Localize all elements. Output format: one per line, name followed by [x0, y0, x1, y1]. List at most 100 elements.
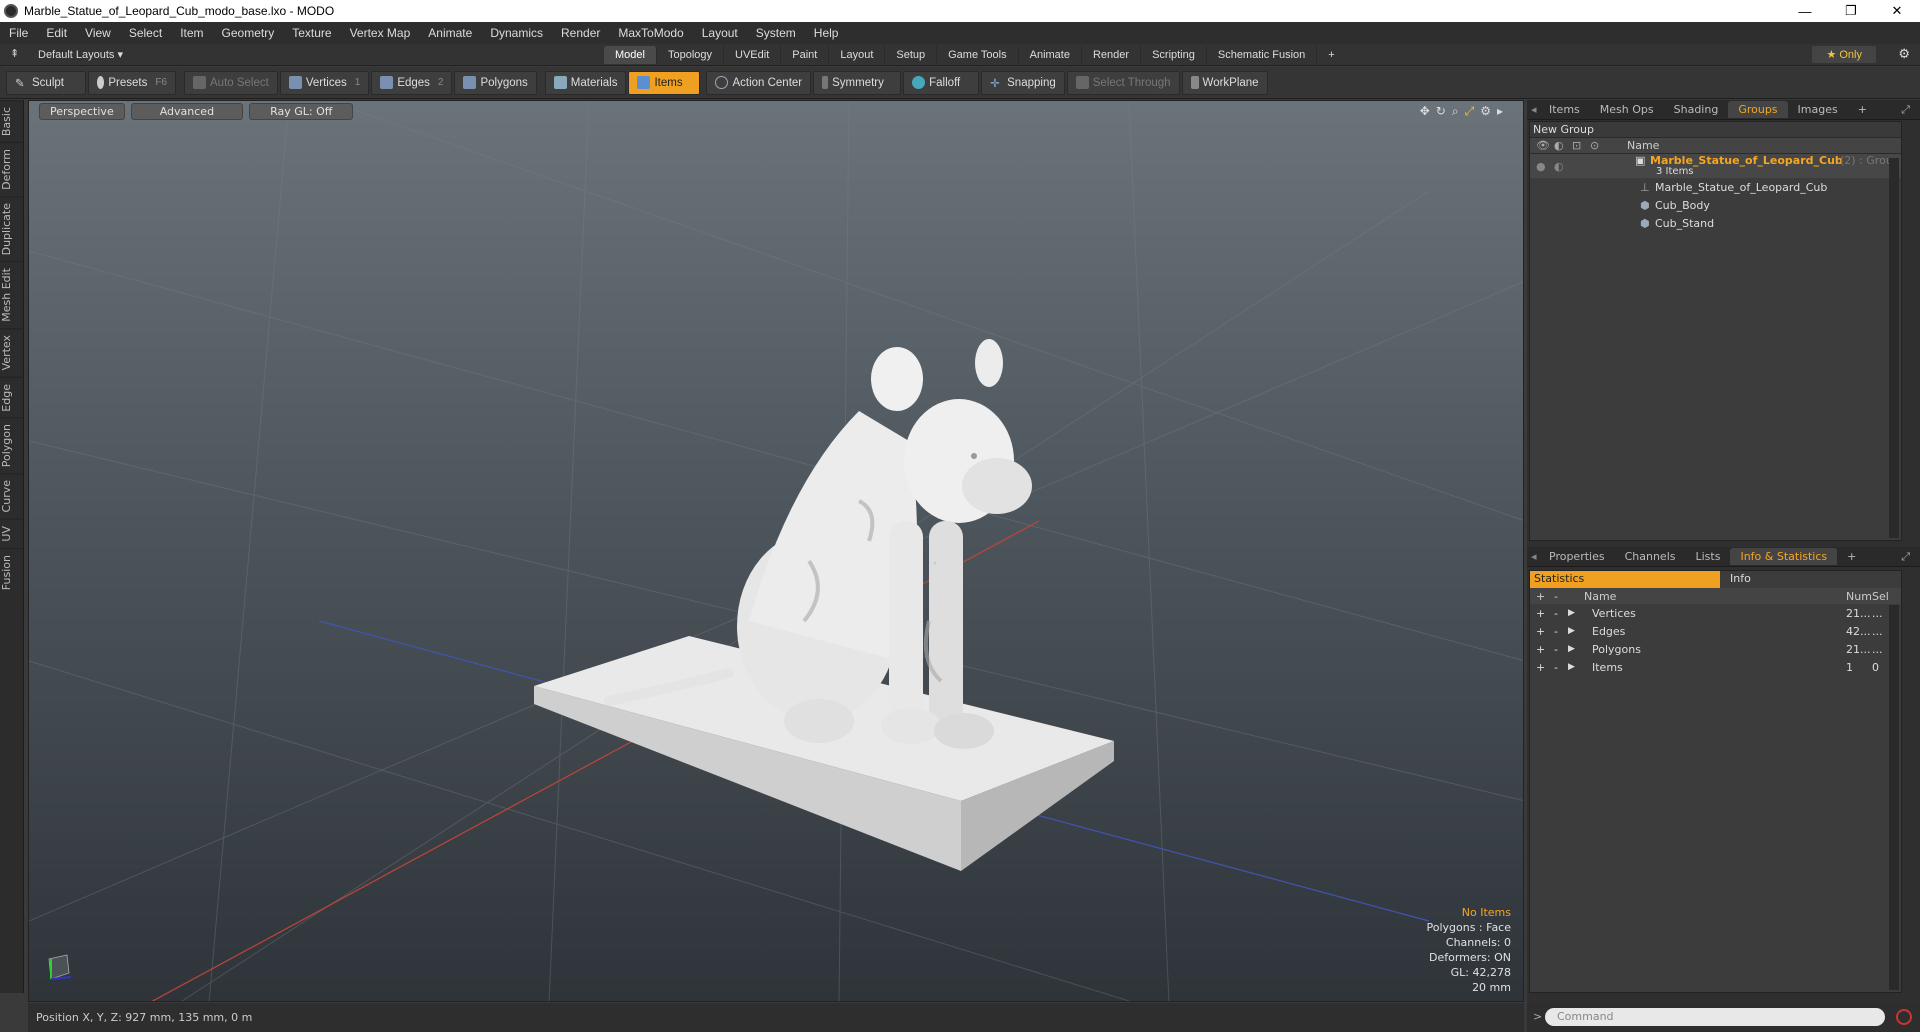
menu-dynamics[interactable]: Dynamics [481, 26, 552, 40]
fit-icon[interactable]: ⤢ [1465, 104, 1475, 119]
tab-lists[interactable]: Lists [1686, 548, 1731, 565]
expand-arrow-icon[interactable]: ▶ [1568, 626, 1575, 636]
pan-icon[interactable]: ✥ [1420, 104, 1430, 119]
tab-channels[interactable]: Channels [1615, 548, 1686, 565]
group-row[interactable]: ● ◐ ▣ Marble_Statue_of_Leopard_Cub (2) :… [1530, 154, 1901, 178]
stats-row-items[interactable]: + - ▶ Items 1 0 [1530, 658, 1901, 676]
tab-game-tools[interactable]: Game Tools [937, 46, 1019, 64]
tab-properties[interactable]: Properties [1539, 548, 1615, 565]
items-button[interactable]: Items [628, 70, 701, 95]
snapping-button[interactable]: ✛ Snapping [981, 70, 1065, 95]
close-button[interactable]: ✕ [1874, 0, 1920, 22]
falloff-button[interactable]: Falloff [903, 70, 980, 95]
menu-view[interactable]: View [76, 26, 120, 40]
only-button[interactable]: ★ Only [1812, 46, 1876, 63]
layout-toggle-icon[interactable]: ⇞ [10, 47, 19, 60]
materials-button[interactable]: Materials [544, 70, 627, 95]
remove-icon[interactable]: - [1554, 661, 1558, 674]
statistics-subtab[interactable]: Statistics [1530, 571, 1720, 588]
stats-row-polygons[interactable]: + - ▶ Polygons 21... ... [1530, 640, 1901, 658]
tab-schematic-fusion[interactable]: Schematic Fusion [1207, 46, 1318, 64]
viewport-expand-icon[interactable]: ▸ [1497, 104, 1503, 119]
tab-render[interactable]: Render [1082, 46, 1142, 64]
tab-model[interactable]: Model [604, 46, 657, 64]
tab-duplicate[interactable]: Duplicate [0, 196, 24, 262]
menu-item[interactable]: Item [171, 26, 212, 40]
menu-render[interactable]: Render [552, 26, 609, 40]
tab-shading[interactable]: Shading [1664, 101, 1729, 118]
remove-icon[interactable]: - [1554, 607, 1558, 620]
stats-row-edges[interactable]: + - ▶ Edges 42... ... [1530, 622, 1901, 640]
add-tab-button[interactable]: + [1317, 46, 1345, 64]
tab-fusion[interactable]: Fusion [0, 547, 24, 596]
default-layouts-dropdown[interactable]: Default Layouts ▾ [38, 48, 123, 61]
info-subtab[interactable]: Info [1720, 571, 1761, 588]
gear-icon[interactable]: ⚙ [1898, 46, 1910, 62]
group-child-row[interactable]: ⬢ Cub_Stand [1530, 214, 1901, 232]
remove-icon[interactable]: - [1554, 625, 1558, 638]
workplane-button[interactable]: WorkPlane [1181, 70, 1268, 95]
raygl-toggle[interactable]: Ray GL: Off [249, 103, 354, 120]
sculpt-button[interactable]: ✎ Sculpt [6, 70, 86, 95]
menu-help[interactable]: Help [805, 26, 848, 40]
remove-icon[interactable]: - [1554, 643, 1558, 656]
menu-system[interactable]: System [747, 26, 805, 40]
tab-info-statistics[interactable]: Info & Statistics [1730, 548, 1838, 565]
tab-animate[interactable]: Animate [1019, 46, 1082, 64]
visibility-toggle-icon[interactable]: ● [1536, 160, 1546, 173]
menu-file[interactable]: File [0, 26, 37, 40]
rotate-icon[interactable]: ↻ [1436, 104, 1446, 119]
tab-vertex[interactable]: Vertex [0, 328, 24, 377]
tab-layout[interactable]: Layout [829, 46, 886, 64]
perspective-dropdown[interactable]: Perspective [39, 103, 125, 120]
panel-expand-icon[interactable]: ⤢ [1891, 101, 1920, 119]
maximize-button[interactable]: ❐ [1828, 0, 1874, 22]
polygons-button[interactable]: Polygons [454, 70, 537, 95]
group-child-row[interactable]: ⊥ Marble_Statue_of_Leopard_Cub [1530, 178, 1901, 196]
viewport-settings-icon[interactable]: ⚙ [1480, 104, 1491, 119]
add-panel-tab-button[interactable]: + [1837, 548, 1866, 565]
add-icon[interactable]: + [1536, 643, 1545, 656]
tab-setup[interactable]: Setup [885, 46, 938, 64]
tab-paint[interactable]: Paint [781, 46, 830, 64]
tab-topology[interactable]: Topology [657, 46, 725, 64]
expand-arrow-icon[interactable]: ▶ [1568, 662, 1575, 672]
menu-maxtomodo[interactable]: MaxToModo [609, 26, 692, 40]
tab-groups[interactable]: Groups [1728, 101, 1788, 118]
3d-viewport[interactable]: Perspective Advanced Ray GL: Off ✥ ↻ ⌕ ⤢… [28, 100, 1524, 1002]
menu-animate[interactable]: Animate [419, 26, 481, 40]
tab-deform[interactable]: Deform [0, 142, 24, 197]
tab-mesh-ops[interactable]: Mesh Ops [1590, 101, 1664, 118]
add-icon[interactable]: + [1536, 661, 1545, 674]
tab-basic[interactable]: Basic [0, 100, 24, 143]
symmetry-button[interactable]: Symmetry [813, 70, 902, 95]
menu-select[interactable]: Select [120, 26, 171, 40]
minimize-button[interactable]: — [1782, 0, 1828, 22]
auto-select-button[interactable]: Auto Select [184, 70, 278, 95]
collapse-all-icon[interactable]: - [1554, 590, 1558, 603]
add-icon[interactable]: + [1536, 625, 1545, 638]
select-through-button[interactable]: Select Through [1066, 70, 1180, 95]
tab-uv[interactable]: UV [0, 518, 24, 548]
tab-images[interactable]: Images [1788, 101, 1848, 118]
command-history-icon[interactable] [1896, 1009, 1912, 1025]
zoom-icon[interactable]: ⌕ [1452, 104, 1459, 119]
tab-scripting[interactable]: Scripting [1141, 46, 1207, 64]
command-input[interactable]: Command [1545, 1008, 1885, 1026]
tab-items[interactable]: Items [1539, 101, 1590, 118]
menu-texture[interactable]: Texture [283, 26, 340, 40]
vertices-button[interactable]: Vertices 1 [279, 70, 370, 95]
tab-polygon[interactable]: Polygon [0, 417, 24, 474]
advanced-dropdown[interactable]: Advanced [130, 103, 244, 120]
menu-geometry[interactable]: Geometry [213, 26, 284, 40]
group-child-row[interactable]: ⬢ Cub_Body [1530, 196, 1901, 214]
tab-mesh-edit[interactable]: Mesh Edit [0, 261, 24, 329]
edges-button[interactable]: Edges 2 [371, 70, 453, 95]
menu-vertex-map[interactable]: Vertex Map [341, 26, 420, 40]
menu-edit[interactable]: Edit [37, 26, 76, 40]
stats-row-vertices[interactable]: + - ▶ Vertices 21... ... [1530, 604, 1901, 622]
tab-uvedit[interactable]: UVEdit [724, 46, 782, 64]
action-center-button[interactable]: Action Center [706, 70, 812, 95]
add-panel-tab-button[interactable]: + [1848, 101, 1877, 118]
tab-curve[interactable]: Curve [0, 473, 24, 519]
